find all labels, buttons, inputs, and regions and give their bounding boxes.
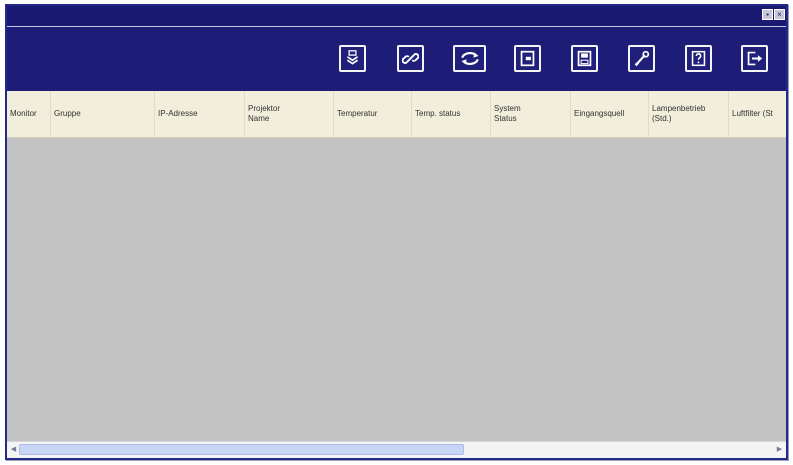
column-header-projector-name[interactable]: Projektor Name [245,91,334,137]
scrollbar-thumb[interactable] [19,444,464,455]
help-button[interactable] [685,45,712,72]
input-source-button[interactable] [514,45,541,72]
download-button[interactable] [339,45,366,72]
column-header-ip-address[interactable]: IP-Adresse [155,91,245,137]
toolbar [7,27,786,91]
title-bar: ▪ × [7,6,786,27]
exit-icon [747,51,763,66]
horizontal-scrollbar[interactable]: ◀ ▶ [7,441,786,458]
refresh-icon [460,52,479,65]
settings-button[interactable] [628,45,655,72]
column-header-temperature[interactable]: Temperatur [334,91,412,137]
close-icon[interactable]: × [774,9,785,20]
scroll-right-icon[interactable]: ▶ [775,445,784,454]
refresh-button[interactable] [453,45,486,72]
save-button[interactable] [571,45,598,72]
column-header-lamp-hours[interactable]: Lampenbetrieb (Std.) [649,91,729,137]
table-header-row: Monitor Gruppe IP-Adresse Projektor Name… [7,91,786,138]
column-header-air-filter[interactable]: Luftfilter (St [729,91,786,137]
wrench-icon [634,50,650,67]
help-icon [691,50,706,67]
app-window: ▪ × Monitor Gruppe IP-Adresse Projektor … [5,4,788,460]
scroll-left-icon[interactable]: ◀ [9,445,18,454]
column-header-input-source[interactable]: Eingangsquell [571,91,649,137]
save-icon [577,50,592,67]
column-header-monitor[interactable]: Monitor [7,91,51,137]
minimize-icon[interactable]: ▪ [762,9,773,20]
exit-button[interactable] [741,45,768,72]
download-icon [346,50,359,65]
input-source-icon [520,50,535,67]
projector-table[interactable]: Monitor Gruppe IP-Adresse Projektor Name… [7,91,786,442]
column-header-temp-status[interactable]: Temp. status [412,91,491,137]
link-icon [402,53,419,64]
connect-button[interactable] [397,45,424,72]
column-header-group[interactable]: Gruppe [51,91,155,137]
column-header-system-status[interactable]: System Status [491,91,571,137]
